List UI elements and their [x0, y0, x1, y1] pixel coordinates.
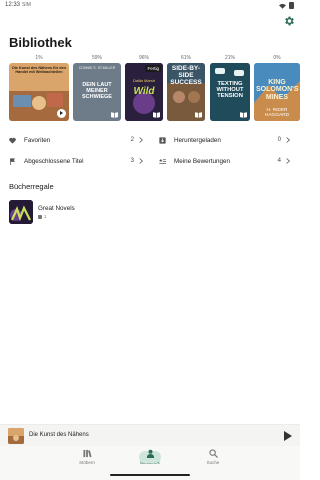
- shelf-thumbnail: [9, 200, 33, 224]
- book-cover[interactable]: KING SOLOMON'S MINES H. RIDER HAGGARD: [254, 63, 300, 121]
- bottom-nav: Stöbern Bibliothek Suche: [0, 446, 300, 480]
- book-carousel[interactable]: 1% Die Kunst des Nähens für den Handel m…: [9, 55, 300, 125]
- nav-label: Stöbern: [79, 460, 95, 465]
- gear-icon[interactable]: [283, 15, 295, 27]
- progress-label: 21%: [224, 55, 235, 61]
- play-icon[interactable]: [284, 431, 292, 441]
- progress-label: 96%: [138, 55, 149, 61]
- book-title: DEIN LAUT MEINER SCHWIEGE: [82, 82, 112, 100]
- book-icon: [111, 112, 118, 118]
- status-bar: 12:33 SIM: [0, 0, 300, 12]
- progress-label: 0%: [273, 55, 281, 61]
- progress-label: 1%: [35, 55, 43, 61]
- player-title: Die Kunst des Nähens: [29, 432, 89, 438]
- quick-link-count: 2: [130, 137, 134, 143]
- browse-icon: [82, 449, 92, 458]
- flag-icon: [10, 157, 15, 165]
- book-icon: [195, 112, 202, 118]
- chevron-right-icon: [139, 137, 143, 143]
- quick-link-finished[interactable]: Abgeschlossene Titel 3: [9, 155, 143, 167]
- quick-link-ratings[interactable]: Meine Bewertungen 4: [159, 155, 290, 167]
- mini-player[interactable]: Die Kunst des Nähens: [0, 424, 300, 446]
- book-author: Dalila Marsh: [132, 78, 156, 83]
- nav-item-browse[interactable]: Stöbern: [62, 449, 112, 465]
- book-title: Die Kunst des Nähens für den Handel mit …: [11, 66, 66, 74]
- book-icon: [240, 112, 247, 118]
- book-title: KING SOLOMON'S MINES: [256, 79, 299, 101]
- book-title: Wild: [133, 86, 155, 97]
- wifi-icon: [279, 3, 286, 9]
- player-cover-art: [8, 428, 24, 444]
- quick-link-label: Abgeschlossene Titel: [24, 157, 84, 165]
- chevron-right-icon: [139, 158, 143, 164]
- book-cover[interactable]: TEXTING WITHOUT TENSION: [210, 63, 250, 121]
- shelf-meta: 1: [38, 214, 47, 219]
- book-cover[interactable]: CONNIE S. ST.MILLER DEIN LAUT MEINER SCH…: [73, 63, 121, 121]
- nav-label: Suche: [206, 460, 220, 465]
- play-icon[interactable]: [57, 109, 66, 118]
- book-icon: [153, 112, 160, 118]
- sim-indicator: SIM: [22, 2, 31, 8]
- book-cover[interactable]: SIDE-BY-SIDE SUCCESS: [167, 63, 205, 121]
- book-cover[interactable]: Die Kunst des Nähens für den Handel mit …: [9, 63, 69, 121]
- book-cover[interactable]: Dalila Marsh Wild Fertig: [125, 63, 163, 121]
- nav-item-search[interactable]: Suche: [188, 449, 238, 465]
- book-count-icon: [38, 214, 42, 219]
- book-author: CONNIE S. ST.MILLER: [78, 66, 116, 70]
- chevron-right-icon: [286, 158, 290, 164]
- heart-icon: [9, 137, 16, 144]
- progress-label: 59%: [91, 55, 102, 61]
- finished-badge: Fertig: [145, 65, 161, 72]
- quick-link-count: 3: [130, 158, 134, 164]
- quick-link-label: Meine Bewertungen: [174, 157, 231, 165]
- status-time: 12:33: [5, 2, 21, 8]
- book-title: TEXTING WITHOUT TENSION: [216, 81, 244, 100]
- quick-link-label: Favoriten: [24, 136, 51, 144]
- quick-link-count: 4: [277, 158, 281, 164]
- shelf-thumbnail-art: [9, 200, 33, 224]
- progress-label: 61%: [180, 55, 191, 61]
- book-author: H. RIDER HAGGARD: [264, 108, 290, 118]
- player-cover: [8, 428, 24, 444]
- home-indicator[interactable]: [110, 474, 190, 476]
- nav-item-library[interactable]: Bibliothek: [125, 449, 175, 465]
- quick-link-downloads[interactable]: Heruntergeladen 0: [159, 134, 290, 146]
- status-icons: [279, 2, 294, 9]
- search-icon: [208, 449, 218, 458]
- book-title: SIDE-BY-SIDE SUCCESS: [170, 65, 202, 86]
- page-title: Bibliothek: [9, 35, 72, 50]
- shelf-name: Great Novels: [38, 205, 75, 212]
- star-list-icon: [159, 158, 166, 164]
- person-icon: [146, 449, 154, 458]
- quick-link-favoriten[interactable]: Favoriten 2: [9, 134, 143, 146]
- chevron-right-icon: [286, 137, 290, 143]
- download-icon: [159, 136, 166, 144]
- quick-link-count: 0: [277, 137, 281, 143]
- quick-link-label: Heruntergeladen: [174, 136, 221, 144]
- shelf-count: 1: [44, 214, 47, 219]
- shelf-item[interactable]: Great Novels 1: [9, 200, 209, 224]
- shelves-section-title: Bücherregale: [9, 182, 54, 191]
- battery-icon: [289, 2, 294, 9]
